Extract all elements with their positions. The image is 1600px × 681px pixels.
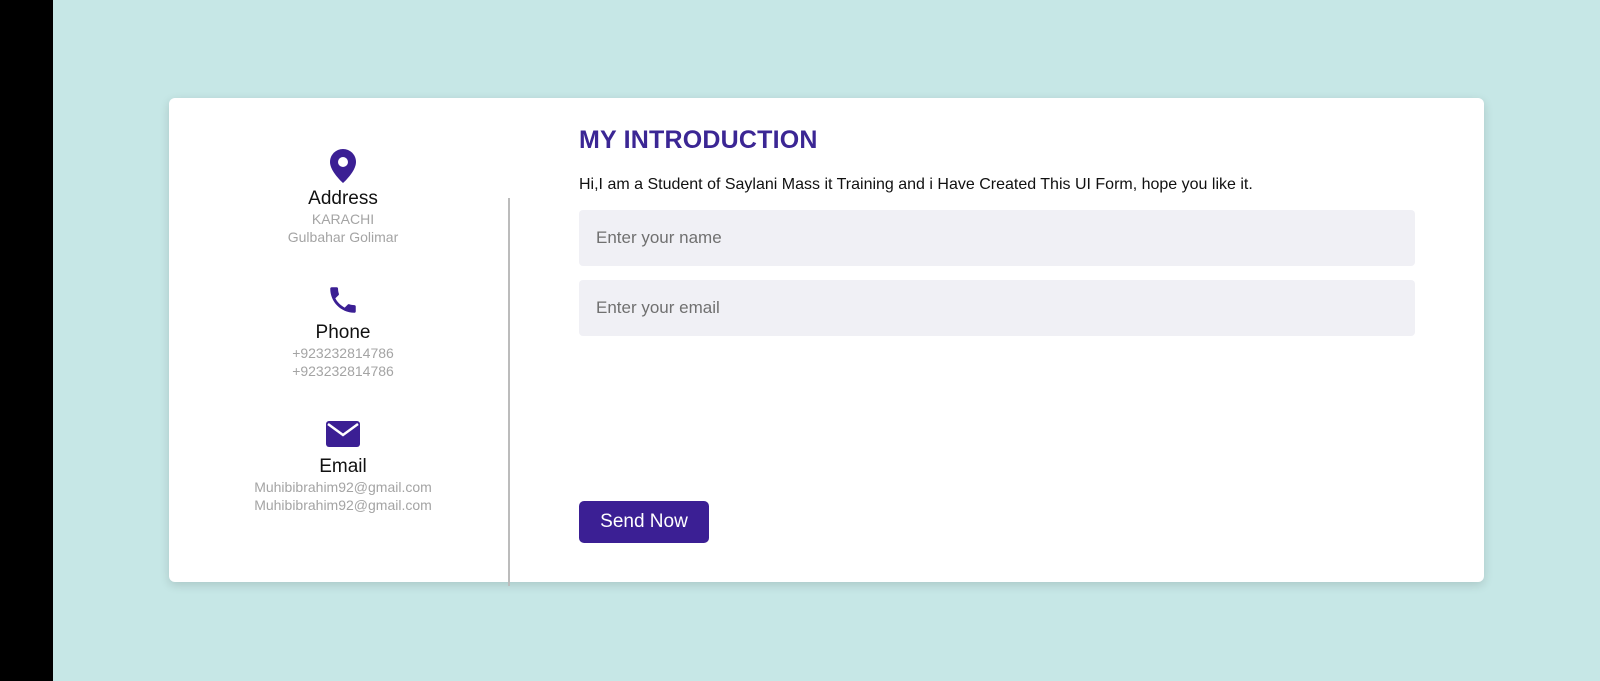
page-title: MY INTRODUCTION <box>579 126 818 154</box>
phone-number-1: +923232814786 <box>292 345 394 361</box>
map-marker-icon <box>325 148 361 184</box>
phone-icon <box>325 282 361 318</box>
email-label: Email <box>319 456 367 477</box>
email-address-1: Muhibibrahim92@gmail.com <box>254 479 432 495</box>
name-input[interactable] <box>579 210 1415 266</box>
address-street: Gulbahar Golimar <box>287 229 399 245</box>
address-city: KARACHI <box>311 211 375 227</box>
contact-email: Email Muhibibrahim92@gmail.com Muhibibra… <box>229 416 457 514</box>
address-label: Address <box>308 188 378 209</box>
contact-info-column: Address KARACHI Gulbahar Golimar Phone +… <box>229 148 457 514</box>
left-black-bar <box>0 0 53 681</box>
vertical-divider <box>508 198 510 586</box>
phone-number-2: +923232814786 <box>292 363 394 379</box>
contact-phone: Phone +923232814786 +923232814786 <box>229 282 457 380</box>
contact-address: Address KARACHI Gulbahar Golimar <box>229 148 457 246</box>
email-input[interactable] <box>579 280 1415 336</box>
envelope-icon <box>325 416 361 452</box>
phone-label: Phone <box>315 322 371 343</box>
intro-description: Hi,I am a Student of Saylani Mass it Tra… <box>579 176 1253 193</box>
contact-card: Address KARACHI Gulbahar Golimar Phone +… <box>169 98 1484 586</box>
email-address-2: Muhibibrahim92@gmail.com <box>254 497 432 513</box>
send-now-button[interactable]: Send Now <box>579 501 709 543</box>
